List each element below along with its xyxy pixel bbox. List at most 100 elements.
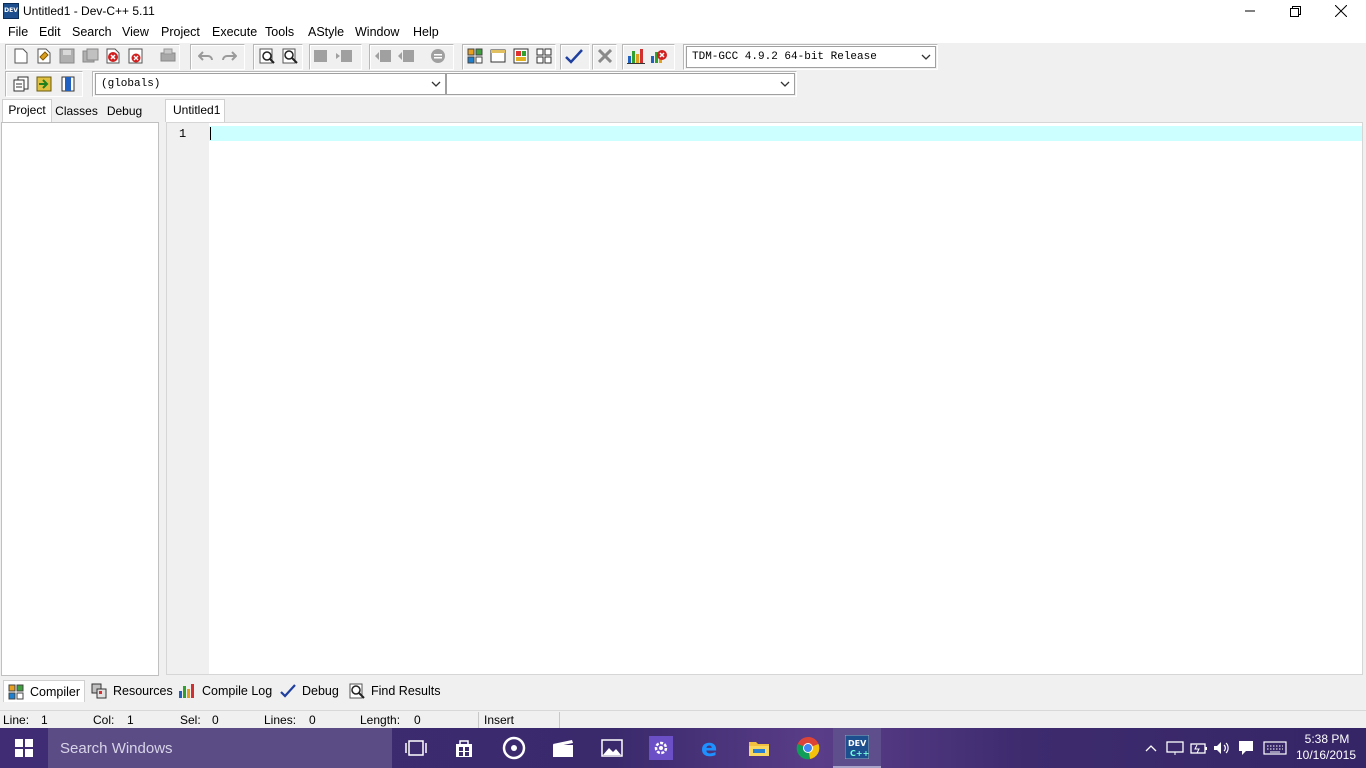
indent-icon[interactable] bbox=[312, 47, 330, 65]
save-icon[interactable] bbox=[58, 47, 76, 65]
movies-app[interactable] bbox=[539, 728, 587, 768]
status-length-label: Length: bbox=[360, 713, 401, 727]
goto-line-icon[interactable] bbox=[429, 47, 447, 65]
menu-file[interactable]: File bbox=[8, 25, 28, 39]
touch-keyboard-button[interactable] bbox=[1262, 738, 1288, 758]
menu-execute[interactable]: Execute bbox=[212, 25, 257, 39]
chevron-down-icon bbox=[780, 81, 790, 87]
next-page-icon[interactable] bbox=[397, 47, 415, 65]
syntax-check-icon[interactable] bbox=[565, 47, 583, 65]
tab-classes[interactable]: Classes bbox=[54, 101, 99, 122]
new-file-icon[interactable] bbox=[12, 47, 30, 65]
battery-tray-button[interactable] bbox=[1189, 738, 1209, 758]
menu-help[interactable]: Help bbox=[413, 25, 439, 39]
member-select[interactable] bbox=[446, 73, 795, 95]
resources-icon bbox=[91, 683, 107, 699]
keyboard-icon bbox=[1263, 741, 1287, 755]
goto-bookmark-icon[interactable] bbox=[59, 75, 77, 93]
taskbar-clock-time[interactable]: 5:38 PM bbox=[1297, 732, 1357, 746]
save-all-icon[interactable] bbox=[81, 47, 99, 65]
chevron-down-icon bbox=[921, 54, 931, 60]
title-bar: DEV Untitled1 - Dev-C++ 5.11 bbox=[0, 0, 1366, 22]
photos-app[interactable] bbox=[588, 728, 636, 768]
chrome-app[interactable] bbox=[784, 728, 832, 768]
tab-compiler[interactable]: Compiler bbox=[3, 680, 85, 702]
close-file-icon[interactable] bbox=[104, 47, 122, 65]
status-lines-value: 0 bbox=[309, 713, 316, 727]
tab-resources-label: Resources bbox=[113, 684, 173, 698]
taskbar-clock-date[interactable]: 10/16/2015 bbox=[1290, 748, 1362, 762]
tab-resources[interactable]: Resources bbox=[91, 681, 173, 701]
notification-icon bbox=[1239, 741, 1253, 755]
store-app[interactable] bbox=[440, 728, 488, 768]
code-editor[interactable]: 1 bbox=[166, 122, 1363, 675]
devcpp-app-icon[interactable]: DEV bbox=[3, 3, 19, 19]
menu-astyle[interactable]: AStyle bbox=[308, 25, 344, 39]
toggle-bookmark-icon[interactable] bbox=[35, 75, 53, 93]
status-line-value: 1 bbox=[41, 713, 48, 727]
replace-icon[interactable] bbox=[281, 47, 299, 65]
print-icon[interactable] bbox=[159, 47, 177, 65]
status-sel-value: 0 bbox=[212, 713, 219, 727]
abort-icon[interactable] bbox=[596, 47, 614, 65]
window-icon[interactable] bbox=[489, 47, 507, 65]
start-button[interactable] bbox=[0, 728, 48, 768]
compiler-select[interactable]: TDM-GCC 4.9.2 64-bit Release bbox=[686, 46, 936, 68]
close-button[interactable] bbox=[1318, 0, 1364, 22]
minimize-button[interactable] bbox=[1227, 0, 1273, 22]
tab-debug-output[interactable]: Debug bbox=[280, 681, 339, 701]
project-tree[interactable] bbox=[1, 122, 159, 676]
line-number: 1 bbox=[179, 127, 187, 141]
taskbar-search-box[interactable]: Search Windows bbox=[48, 728, 392, 768]
groove-music-app[interactable] bbox=[490, 728, 538, 768]
network-icon bbox=[1166, 741, 1184, 755]
tab-compiler-label: Compiler bbox=[30, 684, 81, 699]
menu-project[interactable]: Project bbox=[161, 25, 200, 39]
restore-button[interactable] bbox=[1272, 0, 1318, 22]
tab-project[interactable]: Project bbox=[2, 99, 52, 122]
taskbar-search-placeholder: Search Windows bbox=[60, 740, 173, 757]
profile-chart-icon[interactable] bbox=[627, 47, 645, 65]
task-view-button[interactable] bbox=[392, 728, 440, 768]
compile-log-icon bbox=[179, 684, 194, 698]
grid-icon[interactable] bbox=[535, 47, 553, 65]
new-project-icon[interactable] bbox=[466, 47, 484, 65]
close-all-icon[interactable] bbox=[127, 47, 145, 65]
current-line-highlight bbox=[209, 126, 1362, 141]
menu-search[interactable]: Search bbox=[72, 25, 112, 39]
undo-icon[interactable] bbox=[197, 47, 215, 65]
chevron-up-icon bbox=[1145, 745, 1157, 752]
tab-untitled1[interactable]: Untitled1 bbox=[165, 99, 225, 122]
find-icon[interactable] bbox=[258, 47, 276, 65]
settings-icon bbox=[649, 736, 673, 760]
open-file-icon[interactable] bbox=[35, 47, 53, 65]
file-explorer-app[interactable] bbox=[735, 728, 783, 768]
devcpp-app[interactable]: DEV C++ bbox=[833, 728, 881, 768]
menu-edit[interactable]: Edit bbox=[39, 25, 61, 39]
insert-icon[interactable] bbox=[12, 75, 30, 93]
tab-compile-log[interactable]: Compile Log bbox=[178, 681, 272, 701]
tab-find-results[interactable]: Find Results bbox=[349, 681, 440, 701]
tab-debug[interactable]: Debug bbox=[102, 101, 147, 122]
menu-tools[interactable]: Tools bbox=[265, 25, 294, 39]
volume-tray-button[interactable] bbox=[1212, 738, 1232, 758]
status-col-value: 1 bbox=[127, 713, 134, 727]
restore-icon bbox=[1289, 5, 1301, 17]
task-view-icon bbox=[405, 740, 427, 756]
edge-app[interactable]: e bbox=[686, 728, 734, 768]
show-hidden-icons-button[interactable] bbox=[1141, 738, 1161, 758]
action-center-button[interactable] bbox=[1236, 738, 1256, 758]
editor-tab-bar: Untitled1 bbox=[163, 99, 1366, 122]
settings-app[interactable] bbox=[637, 728, 685, 768]
previous-page-icon[interactable] bbox=[374, 47, 392, 65]
chevron-down-icon bbox=[431, 81, 441, 87]
status-divider bbox=[559, 712, 560, 728]
delete-profile-icon[interactable] bbox=[650, 47, 668, 65]
scope-select[interactable]: (globals) bbox=[95, 73, 446, 95]
resources-icon[interactable] bbox=[512, 47, 530, 65]
redo-icon[interactable] bbox=[220, 47, 238, 65]
unindent-icon[interactable] bbox=[335, 47, 353, 65]
menu-window[interactable]: Window bbox=[355, 25, 399, 39]
menu-view[interactable]: View bbox=[122, 25, 149, 39]
network-tray-button[interactable] bbox=[1165, 738, 1185, 758]
